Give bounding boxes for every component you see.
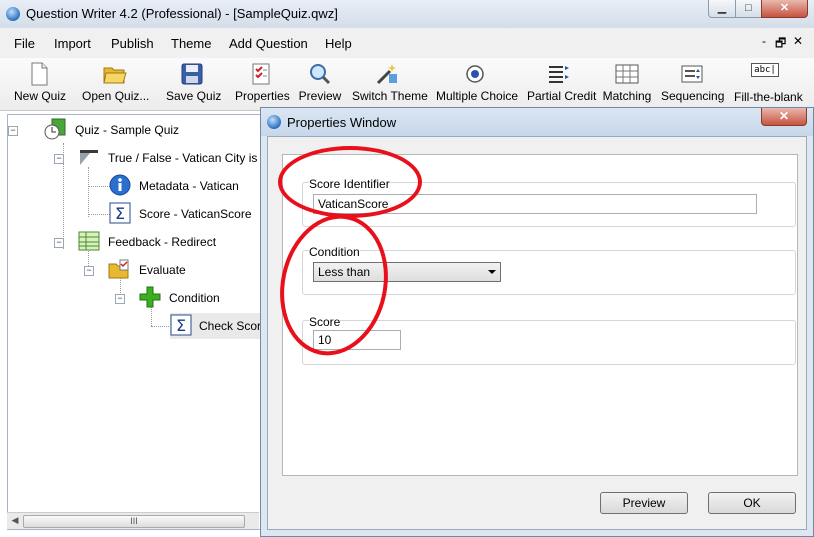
sigma-icon: Σ xyxy=(170,314,192,336)
quiz-clock-icon xyxy=(44,118,66,140)
switch-theme-label: Switch Theme xyxy=(352,89,428,103)
tree-node-label: True / False - Vatican City is ent xyxy=(108,151,260,165)
svg-text:Σ: Σ xyxy=(115,204,125,223)
tree-node-label: Check Scor xyxy=(199,319,260,333)
close-button[interactable]: ✕ xyxy=(761,0,808,18)
new-quiz-label: New Quiz xyxy=(14,89,67,103)
menu-import[interactable]: Import xyxy=(54,36,91,51)
menu-bar: File Import Publish Theme Add Question H… xyxy=(0,28,814,59)
preview-label: Preview xyxy=(298,89,342,103)
list-arrows-icon xyxy=(547,62,571,86)
tree-expander-evaluate[interactable]: − xyxy=(84,266,94,276)
ok-button[interactable]: OK xyxy=(708,492,796,514)
open-quiz-button[interactable]: Open Quiz... xyxy=(82,58,150,110)
multiple-choice-button[interactable]: Multiple Choice xyxy=(436,58,519,110)
toolbar: New Quiz Open Quiz... Save Quiz Properti… xyxy=(0,58,814,111)
plus-icon xyxy=(139,286,161,308)
partial-credit-button[interactable]: Partial Credit xyxy=(527,58,597,110)
tree-connector xyxy=(88,186,110,187)
tree-expander-feedback[interactable]: − xyxy=(54,238,64,248)
tree-expander-condition[interactable]: − xyxy=(115,294,125,304)
menu-publish[interactable]: Publish xyxy=(111,36,154,51)
evaluate-folder-icon xyxy=(108,258,130,280)
save-quiz-button[interactable]: Save Quiz xyxy=(166,58,222,110)
text-field-icon: abc| xyxy=(751,63,779,87)
scroll-thumb[interactable]: III xyxy=(23,515,245,528)
properties-window: Properties Window ✕ Score Identifier Vat… xyxy=(260,107,814,537)
fill-the-blank-label: Fill-the-blank xyxy=(734,90,803,104)
tree-connector xyxy=(88,214,110,215)
mdi-restore-button[interactable]: 🗗 xyxy=(775,34,786,55)
radio-button-icon xyxy=(463,62,487,86)
multiple-choice-label: Multiple Choice xyxy=(436,89,519,103)
mdi-close-button[interactable]: ✕ xyxy=(793,34,803,48)
new-quiz-button[interactable]: New Quiz xyxy=(14,58,67,110)
menu-theme[interactable]: Theme xyxy=(171,36,211,51)
properties-client-area: Score Identifier VaticanScore Condition … xyxy=(267,136,807,530)
fill-blank-icon-text: abc| xyxy=(751,63,779,77)
tree-node-check-score[interactable]: Σ Check Scor xyxy=(170,313,260,339)
scroll-left-arrow-icon[interactable]: ◀ xyxy=(9,515,21,527)
switch-theme-button[interactable]: Switch Theme xyxy=(352,58,428,110)
app-globe-icon xyxy=(6,7,20,21)
feedback-grid-icon xyxy=(78,230,100,252)
grid-icon xyxy=(615,62,639,86)
tree-expander-truefalse[interactable]: − xyxy=(54,154,64,164)
partial-credit-label: Partial Credit xyxy=(527,89,597,103)
matching-button[interactable]: Matching xyxy=(602,58,652,110)
properties-close-button[interactable]: ✕ xyxy=(761,108,807,126)
sequencing-label: Sequencing xyxy=(661,89,725,103)
properties-label: Properties xyxy=(235,89,290,103)
tree-node-label: Quiz - Sample Quiz xyxy=(75,123,180,137)
window-title: Question Writer 4.2 (Professional) - [Sa… xyxy=(26,6,338,21)
properties-panel: Score Identifier VaticanScore Condition … xyxy=(267,146,798,476)
tree-node-label: Condition xyxy=(169,291,220,305)
save-quiz-label: Save Quiz xyxy=(166,89,222,103)
quiz-tree-view[interactable]: − Quiz - Sample Quiz − True / False - Va… xyxy=(7,114,260,530)
magnifier-icon xyxy=(308,62,332,86)
new-document-icon xyxy=(27,62,51,86)
chevron-down-icon xyxy=(488,270,496,274)
mdi-minimize-button[interactable]: - xyxy=(762,34,766,48)
properties-window-title: Properties Window xyxy=(287,115,397,130)
sequencing-button[interactable]: Sequencing xyxy=(661,58,725,110)
open-folder-icon xyxy=(103,62,127,86)
tree-node-label: Metadata - Vatican xyxy=(139,179,239,193)
maximize-button[interactable]: □ xyxy=(735,0,762,18)
preview-button[interactable]: Preview xyxy=(297,58,343,110)
minimize-button[interactable]: ▁ xyxy=(708,0,736,18)
properties-title-bar[interactable]: Properties Window ✕ xyxy=(261,108,813,136)
tree-connector xyxy=(88,167,89,217)
preview-button[interactable]: Preview xyxy=(600,492,688,514)
annotation-circle-score-identifier xyxy=(278,146,422,218)
main-title-bar: Question Writer 4.2 (Professional) - [Sa… xyxy=(0,0,814,29)
score-group: Score 10 xyxy=(302,315,796,365)
tree-horizontal-scrollbar[interactable]: ◀ III xyxy=(7,512,259,529)
matching-label: Matching xyxy=(602,89,652,103)
properties-checklist-icon xyxy=(249,62,273,86)
open-quiz-label: Open Quiz... xyxy=(82,89,150,103)
magic-wand-icon xyxy=(375,62,399,86)
info-icon xyxy=(109,174,131,196)
fill-the-blank-button[interactable]: abc| Fill-the-blank xyxy=(734,58,803,110)
sigma-icon: Σ xyxy=(109,202,131,224)
tree-node-label: Feedback - Redirect xyxy=(108,235,217,249)
sequence-icon xyxy=(680,62,704,86)
menu-file[interactable]: File xyxy=(14,36,35,51)
tree-node-label: Evaluate xyxy=(139,263,186,277)
svg-text:Σ: Σ xyxy=(176,316,186,335)
properties-button[interactable]: Properties xyxy=(235,58,290,110)
app-globe-icon xyxy=(267,115,281,129)
menu-help[interactable]: Help xyxy=(325,36,352,51)
floppy-disk-icon xyxy=(180,62,204,86)
tree-node-label: Score - VaticanScore xyxy=(139,207,252,221)
tree-expander-quiz[interactable]: − xyxy=(8,126,18,136)
true-false-icon xyxy=(78,146,100,168)
menu-add-question[interactable]: Add Question xyxy=(229,36,308,51)
